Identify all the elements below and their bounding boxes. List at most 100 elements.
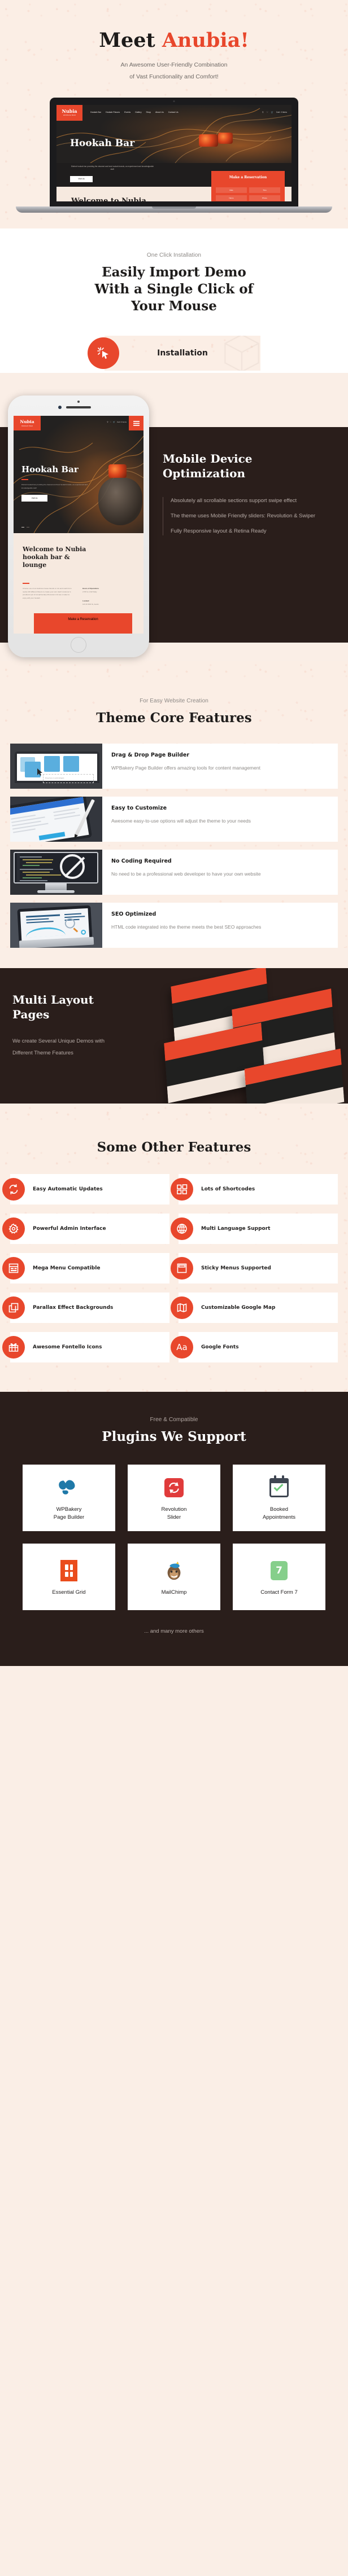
installation-button-row: Installation — [88, 336, 260, 373]
feature-label: Awesome Fontello Icons — [33, 1344, 102, 1350]
preview-nav-item[interactable]: Hookah Flavors — [106, 111, 120, 113]
feature-item[interactable]: Parallax Effect Backgrounds — [2, 1293, 169, 1324]
mobile-heading-line2: Optimization — [163, 467, 246, 481]
feature-item[interactable]: Easy Automatic Updates — [2, 1174, 169, 1205]
feature-item[interactable]: Lots of Shortcodes — [171, 1174, 338, 1205]
preview-reservation-field[interactable]: Date — [216, 187, 247, 193]
feature-label: Lots of Shortcodes — [201, 1186, 255, 1192]
core-card-title: No Coding Required — [111, 858, 172, 865]
preview-welcome-section: Welcome to Nubia Make a Reservation Date… — [56, 170, 292, 201]
plugins-eyebrow: Free & Compatible — [150, 1417, 198, 1423]
plugin-card[interactable]: WPBakery Page Builder — [23, 1465, 115, 1532]
plugin-label: MailChimp — [161, 1589, 187, 1596]
wishlist-icon[interactable]: ♡ — [267, 111, 268, 113]
preview-logo-sub: HOOKAH BAR — [63, 115, 76, 117]
mobile-bullet: The theme uses Mobile Friendly sliders: … — [171, 512, 316, 519]
box-icon — [224, 336, 259, 371]
phone-mockup: Nubia HOOKAH BAR ⚲ ♡ 🛒 Cart: 0 items Hoo… — [8, 395, 149, 658]
plugin-card[interactable]: 7 Contact Form 7 — [233, 1544, 325, 1611]
preview-nav-item[interactable]: Shop — [146, 111, 151, 113]
preview-nav-item[interactable]: Contact Us — [168, 111, 179, 113]
preview-nav-item[interactable]: Events — [124, 111, 130, 113]
mobile-bullet: Fully Responsive layout & Retina Ready — [171, 528, 267, 535]
phone-home-button[interactable] — [71, 637, 86, 653]
laptop-screen: Nubia HOOKAH BAR Hookah Bar Hookah Flavo… — [56, 104, 292, 201]
mobile-heading-line1: Mobile Device — [163, 452, 253, 466]
hamburger-menu-icon[interactable] — [129, 416, 143, 431]
laptop-camera-icon — [173, 100, 175, 102]
installation-button[interactable]: Installation — [105, 336, 260, 371]
map-icon — [171, 1296, 193, 1320]
preview-welcome-title: Welcome to Nubia hookah bar & lounge — [23, 546, 86, 569]
preview-hero-button[interactable]: Visit Us — [70, 175, 93, 182]
preview-reservation-field[interactable]: Phone — [249, 195, 280, 201]
hero-subtitle-line1: An Awesome User-Friendly Combination — [120, 61, 228, 68]
plugin-card[interactable]: Booked Appointments — [233, 1465, 325, 1532]
plugin-card[interactable]: Essential Grid — [23, 1544, 115, 1611]
feature-item[interactable]: Aa Google Fonts — [171, 1332, 338, 1363]
plugin-card[interactable]: MailChimp — [128, 1544, 220, 1611]
preview-info-hours: Hours of Operations 2 PM to 2 AM Daily — [82, 587, 99, 593]
mobile-copy: Mobile Device Optimization Absolutely al… — [163, 452, 332, 543]
core-card[interactable]: Easy to Customize Awesome easy-to-use op… — [10, 797, 338, 842]
feature-item[interactable]: Sticky Menus Supported — [171, 1253, 338, 1284]
installation-heading-line1: Easily Import Demo — [102, 264, 246, 280]
preview-reservation-field[interactable]: Name — [216, 195, 247, 201]
coal-decoration — [218, 132, 233, 144]
plugin-label: WPBakery Page Builder — [53, 1506, 85, 1521]
cart-icon[interactable]: 🛒 — [113, 421, 115, 423]
preview-cart[interactable]: ⚲ ♡ 🛒 Cart: 0 items — [262, 111, 287, 113]
feature-item[interactable]: Mega Menu Compatible — [2, 1253, 169, 1284]
preview-logo[interactable]: Nubia HOOKAH BAR — [56, 104, 82, 121]
plugins-section: Free & Compatible Plugins We Support WPB… — [0, 1392, 348, 1667]
preview-hero: Nubia HOOKAH BAR Hookah Bar Hookah Flavo… — [56, 104, 292, 163]
multi-layout-heading-line1: Multi Layout — [12, 993, 94, 1007]
preview-nav-item[interactable]: Hookah Bar — [90, 111, 101, 113]
gear-icon — [2, 1217, 25, 1241]
multi-layout-heading-line2: Pages — [12, 1008, 50, 1022]
core-card[interactable]: No Coding Required No need to be a profe… — [10, 850, 338, 895]
hero-subtitle-line2: of Vast Functionality and Comfort! — [129, 73, 219, 80]
preview-logo-mobile[interactable]: Nubia HOOKAH BAR — [14, 416, 41, 431]
preview-welcome-text: Choose one of our delicious house blends… — [23, 587, 72, 599]
feature-item[interactable]: Multi Language Support — [171, 1214, 338, 1245]
core-card[interactable]: SEO Optimized HTML code integrated into … — [10, 903, 338, 948]
core-card-text: Awesome easy-to-use options will adjust … — [111, 818, 251, 824]
core-card-title: Drag & Drop Page Builder — [111, 752, 190, 759]
core-card-title: Easy to Customize — [111, 805, 167, 812]
plugin-label: Essential Grid — [52, 1589, 86, 1596]
installation-section: One Click Installation Easily Import Dem… — [0, 228, 348, 373]
page-title: Meet Anubia! — [0, 30, 348, 51]
gift-icon — [2, 1336, 25, 1359]
mailchimp-logo — [163, 1557, 185, 1584]
search-icon[interactable]: ⚲ — [262, 111, 263, 113]
website-preview-mobile: Nubia HOOKAH BAR ⚲ ♡ 🛒 Cart: 0 items Hoo… — [14, 416, 143, 634]
core-card[interactable]: Drag here to add widgets Drag & Drop Pag… — [10, 744, 338, 789]
preview-info-hours-label: Hours of Operations — [82, 587, 99, 590]
laptop-mockup: Nubia HOOKAH BAR Hookah Bar Hookah Flavo… — [0, 97, 348, 228]
drag-drop-builder-thumb: Drag here to add widgets — [10, 744, 102, 789]
preview-nav-item[interactable]: About Us — [155, 111, 164, 113]
cart-icon[interactable]: 🛒 — [271, 111, 273, 113]
slider-dots[interactable] — [21, 526, 29, 528]
feature-item[interactable]: Awesome Fontello Icons — [2, 1332, 169, 1363]
contact-form-7-logo: 7 — [271, 1557, 288, 1584]
preview-nav-item[interactable]: Gallery — [135, 111, 141, 113]
preview-hero-button[interactable]: Visit Us — [21, 495, 47, 502]
preview-welcome-title: Welcome to Nubia — [71, 196, 146, 201]
feature-item[interactable]: Customizable Google Map — [171, 1293, 338, 1324]
preview-reservation-field[interactable]: Time — [249, 187, 280, 193]
search-icon[interactable]: ⚲ — [107, 421, 108, 423]
page-title-accent: Anubia! — [162, 29, 249, 52]
preview-cart-mobile[interactable]: ⚲ ♡ 🛒 Cart: 0 items — [107, 421, 127, 423]
core-card-text: WPBakery Page Builder offers amazing too… — [111, 765, 260, 771]
phone-camera-icon — [58, 406, 62, 410]
feature-item[interactable]: Powerful Admin Interface — [2, 1214, 169, 1245]
mobile-heading: Mobile Device Optimization — [163, 452, 332, 481]
core-card-title: SEO Optimized — [111, 911, 156, 918]
preview-nav[interactable]: Hookah Bar Hookah Flavors Events Gallery… — [90, 111, 179, 113]
wishlist-icon[interactable]: ♡ — [110, 421, 112, 423]
plugin-card[interactable]: Revolution Slider — [128, 1465, 220, 1532]
preview-hero-text: Distinct hookah bar providing the cleane… — [21, 483, 88, 489]
preview-cart-label: Cart: 0 items — [116, 421, 127, 424]
